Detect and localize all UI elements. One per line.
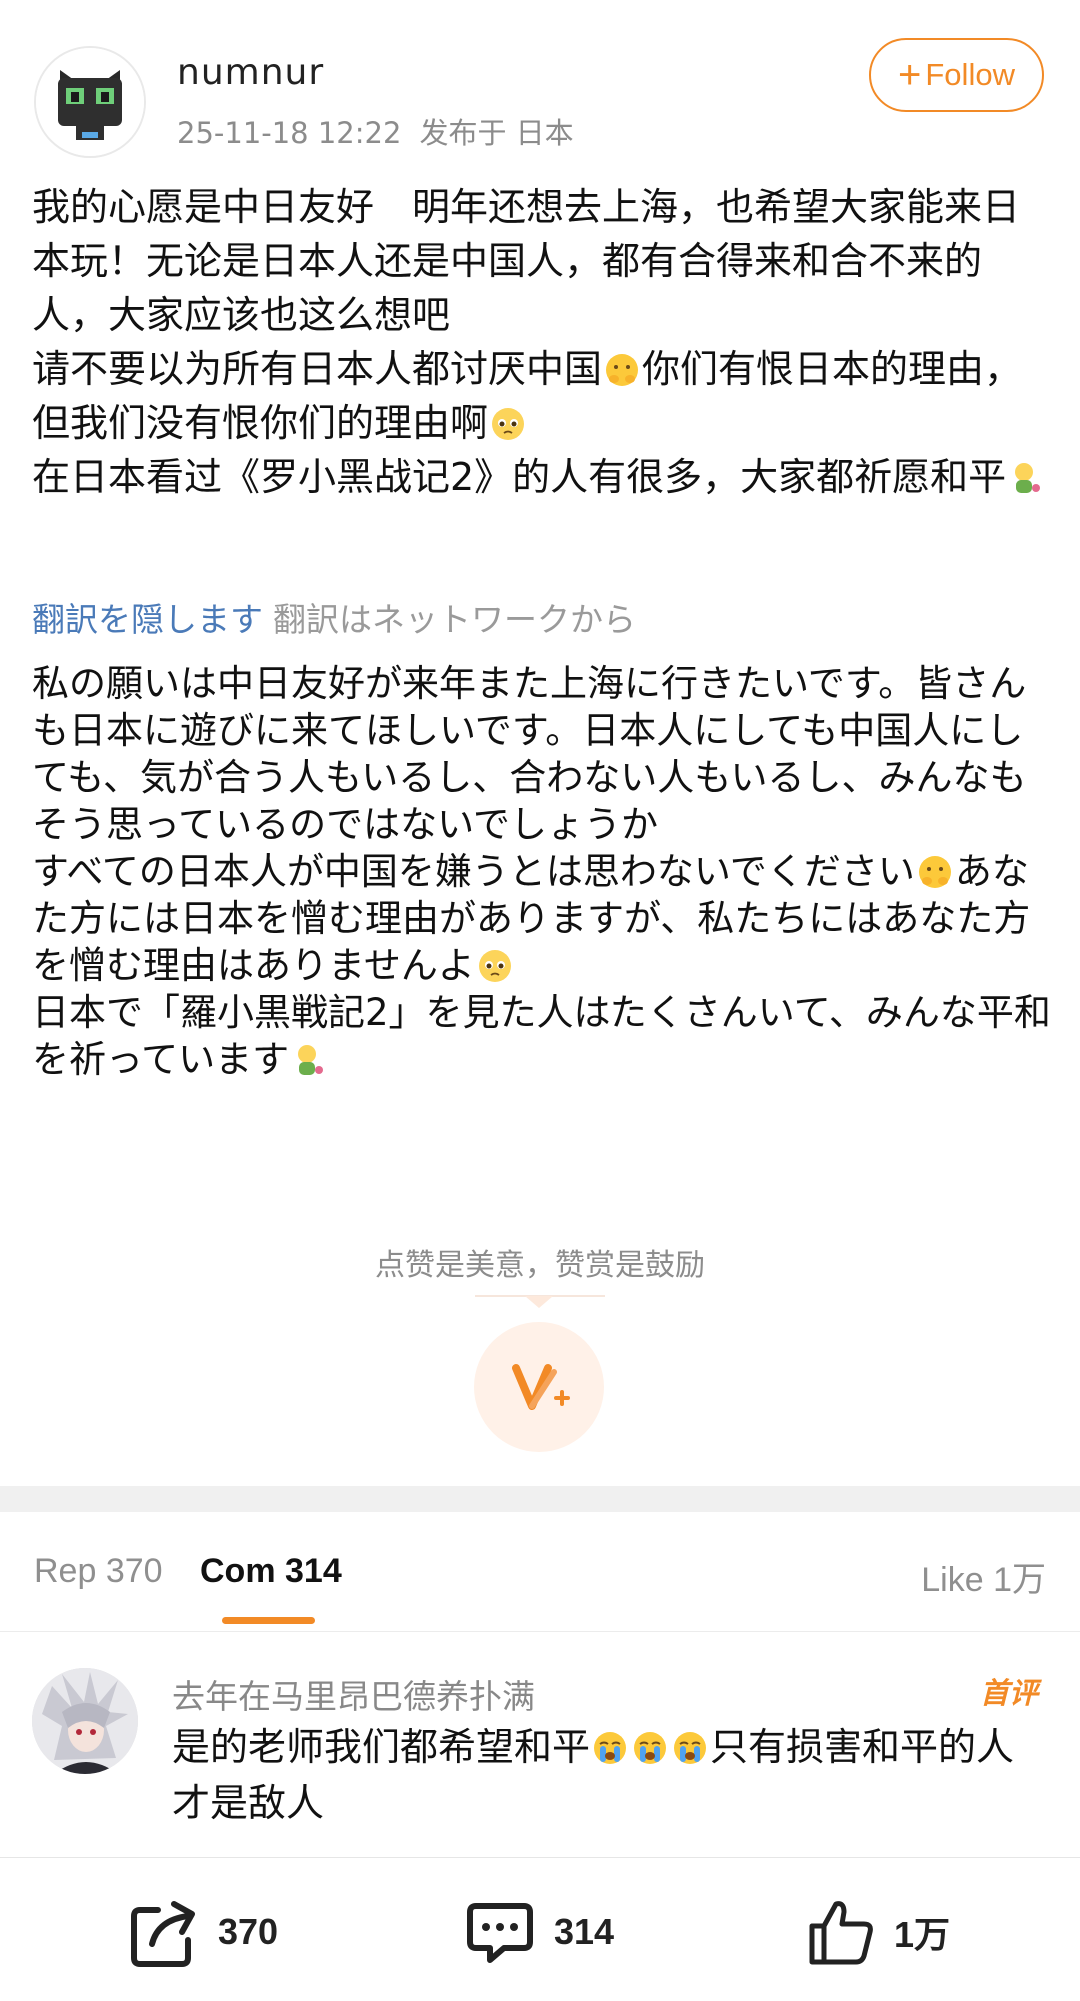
post-text-segment: 请不要以为所有日本人都讨厌中国	[32, 347, 603, 391]
translated-line: 日本で「羅小黒戦記2」を見た人はたくさんいて、みんな平和を祈っています	[32, 989, 1052, 1083]
post-location: 发布于 日本	[419, 116, 574, 150]
comment-button[interactable]: 314	[464, 1894, 614, 1970]
repost-button[interactable]: 370	[128, 1894, 278, 1970]
post-datetime: 25-11-18 12:22	[177, 116, 402, 150]
translated-segment: すべての日本人が中国を嫌うとは思わないでください	[32, 850, 915, 893]
like-count: 1万	[894, 1914, 951, 1955]
post-translated-text: 私の願いは中日友好が来年また上海に行きたいです。皆さんも日本に遊びに来てほしいで…	[32, 660, 1052, 1083]
section-separator	[0, 1486, 1080, 1512]
post-text-line: 在日本看过《罗小黑战记2》的人有很多，大家都祈愿和平	[32, 450, 1052, 504]
crying-face-emoji-icon	[674, 1732, 707, 1764]
crying-face-emoji-icon	[594, 1732, 627, 1764]
thumbs-up-icon	[809, 1901, 873, 1965]
translation-bar: 翻訳を隠します 翻訳はネットワークから	[32, 593, 636, 641]
reward-notch	[525, 1296, 553, 1308]
comment-icon	[467, 1903, 533, 1963]
interaction-tabs: Rep 370 Com 314 Like 1万	[0, 1512, 1080, 1632]
translated-line: 私の願いは中日友好が来年また上海に行きたいです。皆さんも日本に遊びに来てほしいで…	[32, 662, 1027, 846]
username[interactable]: numnur	[177, 52, 324, 93]
follow-button[interactable]: + Follow	[869, 38, 1044, 112]
pleading-face-emoji-icon	[478, 950, 511, 982]
comment-count: 314	[554, 1911, 615, 1952]
active-tab-indicator	[222, 1617, 315, 1624]
commenter-avatar-image	[32, 1668, 138, 1774]
repost-count: 370	[218, 1911, 279, 1952]
reward-v-icon	[512, 1364, 570, 1410]
post-text-segment: 在日本看过《罗小黑战记2》的人有很多，大家都祈愿和平	[32, 455, 1007, 499]
like-button[interactable]: 1万	[804, 1894, 950, 1970]
worried-face-emoji-icon	[918, 856, 951, 888]
user-avatar[interactable]	[34, 46, 146, 158]
post-meta: 25-11-18 12:22 发布于 日本	[177, 110, 574, 152]
translated-segment: 日本で「羅小黒戦記2」を見た人はたくさんいて、みんな平和を祈っています	[32, 991, 1051, 1081]
bottom-action-bar: 370 314 1万	[0, 1858, 1080, 2001]
weibo-post-page: numnur 25-11-18 12:22 发布于 日本 + Follow 我的心…	[0, 0, 1080, 2001]
first-comment-badge: 首评	[979, 1676, 1038, 1710]
post-header: numnur 25-11-18 12:22 发布于 日本 + Follow	[0, 0, 1080, 175]
cat-avatar-icon	[36, 48, 144, 156]
plus-icon: +	[898, 53, 922, 97]
comment-item[interactable]: 去年在马里昂巴德养扑满 首评 是的老师我们都希望和平 只有损害和平的人才是敌人	[0, 1632, 1080, 1857]
pleading-face-emoji-icon	[492, 408, 525, 440]
reward-button[interactable]	[474, 1322, 604, 1452]
praying-figure-emoji-icon	[1015, 463, 1041, 493]
reward-caption: 点赞是美意，赞赏是鼓励	[375, 1248, 705, 1283]
praying-figure-emoji-icon	[298, 1045, 324, 1075]
post-text-line: 我的心愿是中日友好 明年还想去上海，也希望大家能来日本玩！无论是日本人还是中国人…	[32, 185, 1021, 337]
translation-source: 翻訳はネットワークから	[273, 600, 636, 639]
tab-likes[interactable]: Like 1万	[921, 1552, 1046, 1601]
comment-text-segment: 是的老师我们都希望和平	[172, 1725, 591, 1769]
worried-face-emoji-icon	[606, 354, 639, 386]
commenter-avatar[interactable]	[32, 1668, 138, 1774]
post-text-line: 请不要以为所有日本人都讨厌中国 你们有恨日本的理由，但我们没有恨你们的理由啊	[32, 342, 1052, 450]
tab-reposts[interactable]: Rep 370	[34, 1552, 163, 1591]
commenter-name[interactable]: 去年在马里昂巴德养扑满	[172, 1670, 535, 1718]
translated-line: すべての日本人が中国を嫌うとは思わないでください あなた方には日本を憎む理由があり…	[32, 848, 1052, 989]
comment-text: 是的老师我们都希望和平 只有损害和平的人才是敌人	[172, 1719, 1052, 1831]
post-original-text: 我的心愿是中日友好 明年还想去上海，也希望大家能来日本玩！无论是日本人还是中国人…	[32, 180, 1052, 504]
hide-translation-link[interactable]: 翻訳を隠します	[32, 600, 263, 639]
tab-comments[interactable]: Com 314	[200, 1552, 342, 1591]
crying-face-emoji-icon	[634, 1732, 667, 1764]
follow-label: Follow	[925, 57, 1015, 92]
share-icon	[131, 1901, 195, 1967]
